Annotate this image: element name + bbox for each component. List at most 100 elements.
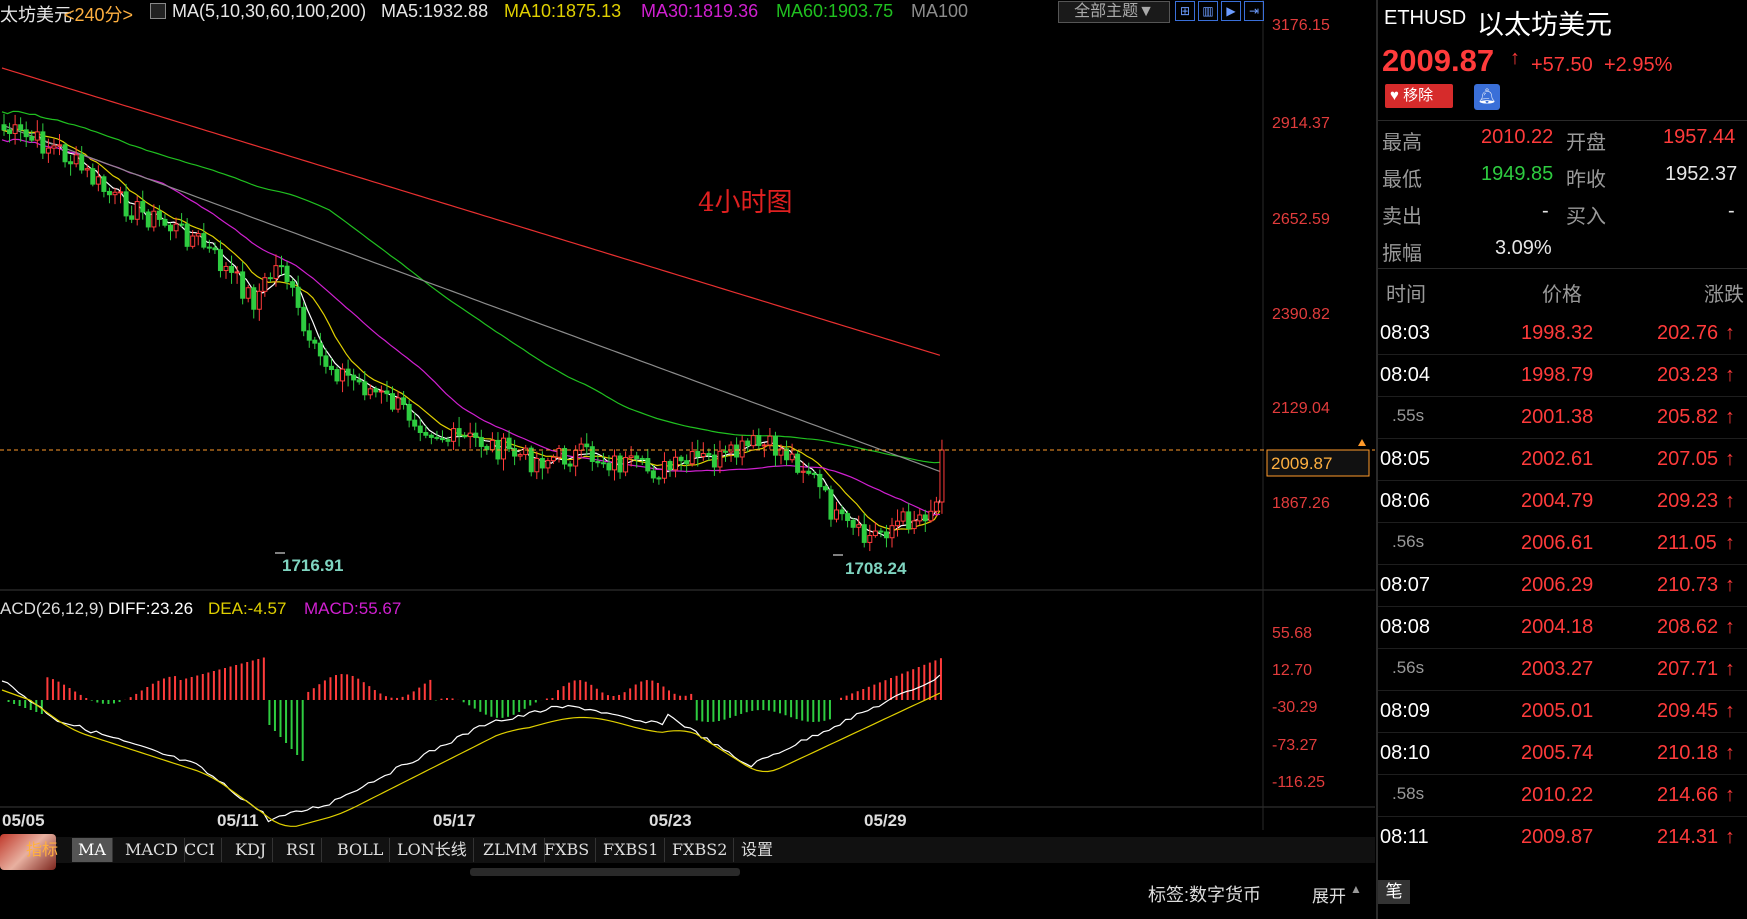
tab-kdj[interactable]: KDJ (229, 838, 274, 862)
candle-body (328, 365, 334, 371)
trade-row[interactable]: .56s 2003.27 207.71 ↑ (1378, 648, 1747, 690)
candle-body (739, 440, 745, 458)
candle-body (772, 435, 778, 456)
expand-icon[interactable]: ⇥ (1244, 1, 1264, 21)
trade-row[interactable]: .56s 2006.61 211.05 ↑ (1378, 522, 1747, 564)
trade-row[interactable]: 08:05 2002.61 207.05 ↑ (1378, 438, 1747, 480)
candle-body (445, 439, 451, 442)
macd-value: MACD:55.67 (304, 599, 401, 618)
tab-macd[interactable]: MACD (119, 838, 186, 862)
tab-fxbs[interactable]: FXBS (538, 838, 597, 862)
date-axis-label: 05/11 (217, 811, 259, 830)
trade-change: 207.71 (1657, 658, 1719, 680)
date-axis-label: 05/23 (649, 811, 692, 830)
candle-body (806, 470, 812, 474)
candle-body (650, 470, 656, 479)
candle-body (578, 443, 584, 451)
trade-price: 2010.22 (1521, 784, 1594, 806)
candle-body (423, 431, 429, 436)
candle-body (817, 473, 823, 488)
candle-body (534, 457, 540, 473)
candle-body (811, 472, 817, 475)
sell-label: 卖出 (1382, 206, 1422, 228)
panel-divider-1 (1378, 120, 1747, 121)
tab-fxbs2[interactable]: FXBS2 (666, 838, 735, 862)
tag-label: 标签:数字货币 (1148, 885, 1262, 905)
candle-body (406, 403, 412, 421)
candle-body (678, 456, 684, 462)
chart-annotation: 4小时图 (698, 188, 793, 218)
candle-body (356, 379, 362, 383)
tab-cci[interactable]: CCI (178, 838, 222, 862)
candle-body (889, 525, 895, 539)
last-price: 2009.87 (1382, 43, 1495, 78)
ma5-line (1, 128, 941, 537)
remove-watch-button[interactable]: ♥ 移除 (1385, 84, 1453, 108)
tab-zlmm[interactable]: ZLMM (477, 838, 545, 862)
expand-button[interactable]: 展开 (1312, 882, 1346, 907)
play-icon[interactable]: ▶ (1221, 1, 1241, 21)
candle-body (917, 514, 923, 522)
bell-icon[interactable]: 🔔︎ (1474, 84, 1500, 110)
chart-settings-icon[interactable] (150, 3, 166, 19)
amplitude-label: 振幅 (1382, 243, 1422, 265)
date-axis-label: 05/17 (433, 811, 476, 830)
candle-body (234, 271, 240, 274)
candle-body (367, 388, 373, 396)
trade-row[interactable]: 08:08 2004.18 208.62 ↑ (1378, 606, 1747, 648)
layout-grid-icon[interactable]: ⊞ (1175, 1, 1195, 21)
candle-body (883, 531, 889, 539)
pen-button[interactable]: 笔 (1378, 880, 1410, 904)
candle-body (156, 210, 162, 220)
candle-body (279, 265, 284, 268)
tab-boll[interactable]: BOLL (331, 838, 391, 862)
indicator-bar: 太坊美元 <240分> MA(5,10,30,60,100,200) MA5:1… (0, 0, 1264, 27)
candle-body (623, 457, 629, 473)
ma100-value: MA100 (911, 1, 969, 21)
up-arrow-icon: ↑ (1725, 574, 1735, 596)
candle-body (573, 449, 579, 467)
candle-body (656, 477, 662, 480)
chart-canvas[interactable]: 4小时图 3176.15 2914.37 2652.59 2390.82 2129.04… (0, 0, 1375, 830)
candle-body (417, 425, 423, 433)
trade-row[interactable]: 08:04 1998.79 203.23 ↑ (1378, 354, 1747, 396)
macd-pane (1, 657, 942, 827)
current-price-tag: 2009.87 (1271, 454, 1332, 473)
open-label: 开盘 (1566, 132, 1606, 154)
candle-body (112, 191, 118, 196)
tab-ma[interactable]: MA (72, 838, 113, 862)
trade-row[interactable]: 08:03 1998.32 202.76 ↑ (1378, 312, 1747, 354)
candle-body (900, 511, 906, 522)
tab-rsi[interactable]: RSI (280, 838, 323, 862)
sell-value: - (1542, 200, 1549, 222)
period-selector[interactable]: <240分> (64, 1, 133, 27)
candle-body (18, 124, 24, 131)
candle-body (412, 419, 418, 427)
high-label: 最高 (1382, 132, 1422, 154)
trade-row[interactable]: 08:07 2006.29 210.73 ↑ (1378, 564, 1747, 606)
trade-row[interactable]: 08:09 2005.01 209.45 ↑ (1378, 690, 1747, 732)
horizontal-scrollbar[interactable] (470, 868, 740, 876)
candle-body (373, 388, 379, 393)
theme-dropdown[interactable]: 全部主题▼ (1058, 1, 1170, 23)
candle-body (728, 444, 734, 453)
trade-row[interactable]: 08:10 2005.74 210.18 ↑ (1378, 732, 1747, 774)
tab-settings[interactable]: 设置 (735, 838, 779, 862)
trade-row[interactable]: 08:11 2009.87 214.31 ↑ (1378, 816, 1747, 858)
trade-price: 2003.27 (1521, 658, 1594, 680)
trade-row[interactable]: 08:06 2004.79 209.23 ↑ (1378, 480, 1747, 522)
tab-lon[interactable]: LON长线 (391, 838, 474, 862)
tab-fxbs1[interactable]: FXBS1 (597, 838, 666, 862)
ma5-value: MA5:1932.88 (381, 1, 489, 21)
candle-body (68, 161, 74, 165)
candle-body (73, 154, 79, 165)
trade-row[interactable]: .58s 2010.22 214.66 ↑ (1378, 774, 1747, 816)
candle-body (151, 210, 157, 228)
candle-body (362, 381, 368, 396)
candle-body (29, 136, 35, 141)
trade-row[interactable]: .55s 2001.38 205.82 ↑ (1378, 396, 1747, 438)
buy-value: - (1728, 200, 1735, 222)
candlestick-chart[interactable]: 4小时图 3176.15 2914.37 2652.59 2390.82 2129.04… (0, 0, 1375, 830)
indicator-icon[interactable]: ▥ (1198, 1, 1218, 21)
trade-time: 08:11 (1380, 826, 1429, 848)
